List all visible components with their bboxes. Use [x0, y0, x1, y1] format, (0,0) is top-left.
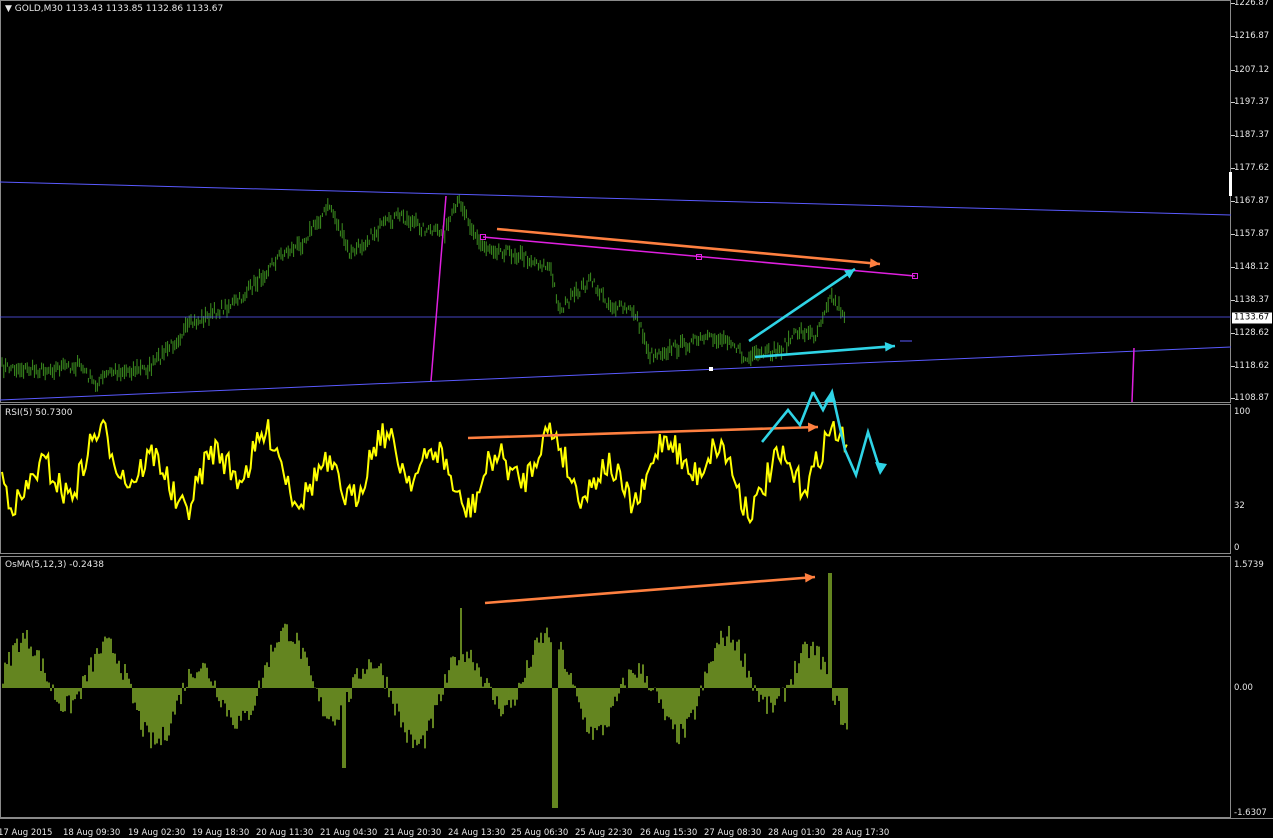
- price-tick-mark: [1231, 201, 1235, 202]
- magenta-vertical-line[interactable]: [430, 195, 447, 382]
- time-tick: 20 Aug 11:30: [256, 828, 314, 838]
- osma-tick: 0.00: [1234, 683, 1253, 693]
- time-tick: 19 Aug 02:30: [128, 828, 186, 838]
- price-tick-mark: [1231, 168, 1235, 169]
- osma-tick: -1.6307: [1234, 808, 1267, 818]
- price-tick-mark: [1231, 398, 1235, 399]
- time-tick: 19 Aug 18:30: [192, 828, 250, 838]
- time-tick: 24 Aug 13:30: [448, 828, 506, 838]
- price-tick: 1216.87: [1234, 31, 1270, 41]
- price-tick: 1167.87: [1234, 196, 1270, 206]
- time-tick: 21 Aug 20:30: [384, 828, 442, 838]
- anchor-point[interactable]: [709, 367, 713, 371]
- orange-arrow-price[interactable]: [496, 227, 881, 266]
- price-tick: 1148.12: [1234, 262, 1270, 272]
- time-tick: 25 Aug 06:30: [511, 828, 569, 838]
- osma-histogram: [2, 573, 848, 808]
- time-tick: 21 Aug 04:30: [320, 828, 378, 838]
- time-tick: 17 Aug 2015: [0, 828, 53, 838]
- price-tick: 1138.37: [1234, 295, 1270, 305]
- time-tick: 18 Aug 09:30: [63, 828, 121, 838]
- cyan-projection-head: [875, 462, 887, 475]
- price-tick-mark: [1231, 234, 1235, 235]
- cyan-arrow-flat-head: [884, 342, 895, 352]
- chart-shift-marker[interactable]: [1229, 172, 1232, 196]
- current-price-tag: 1133.67: [1232, 312, 1272, 324]
- price-tick-mark: [1231, 70, 1235, 71]
- price-tick-mark: [1231, 102, 1235, 103]
- price-bars: [1, 194, 845, 392]
- price-tick-mark: [1231, 267, 1235, 268]
- price-tick: 1207.12: [1234, 65, 1270, 75]
- orange-arrow-price-head: [869, 258, 880, 268]
- osma-tick: 1.5739: [1234, 560, 1264, 570]
- price-tick: 1197.37: [1234, 97, 1270, 107]
- price-tick-mark: [1231, 135, 1235, 136]
- orange-arrow-osma[interactable]: [484, 575, 816, 605]
- rsi-tick: 100: [1234, 407, 1251, 417]
- time-tick: 27 Aug 08:30: [704, 828, 762, 838]
- rsi-tick: 0: [1234, 543, 1240, 553]
- rsi-tick: 32: [1234, 501, 1245, 511]
- price-tick-mark: [1231, 366, 1235, 367]
- time-axis[interactable]: [0, 818, 1273, 836]
- time-tick: 28 Aug 17:30: [832, 828, 890, 838]
- cyan-zigzag-rsi[interactable]: [760, 391, 815, 443]
- time-tick: 26 Aug 15:30: [640, 828, 698, 838]
- chart-drawing-layer[interactable]: [0, 0, 1231, 818]
- orange-arrow-osma-head: [804, 573, 815, 583]
- price-tick: 1108.87: [1234, 393, 1270, 403]
- price-tick-mark: [1231, 300, 1235, 301]
- rsi-line: [1, 418, 848, 525]
- price-tick-mark: [1231, 3, 1235, 4]
- price-tick: 1177.62: [1234, 163, 1270, 173]
- magenta-vertical-line[interactable]: [1131, 347, 1135, 403]
- price-tick: 1187.37: [1234, 130, 1270, 140]
- price-tick: 1118.62: [1234, 361, 1270, 371]
- price-tick-mark: [1231, 36, 1235, 37]
- time-tick: 25 Aug 22:30: [575, 828, 633, 838]
- price-tick-mark: [1231, 333, 1235, 334]
- price-tick: 1128.62: [1234, 328, 1270, 338]
- channel-upper-line[interactable]: [0, 181, 1231, 216]
- price-tick: 1226.87: [1234, 0, 1270, 8]
- price-tick: 1157.87: [1234, 229, 1270, 239]
- time-tick: 28 Aug 01:30: [768, 828, 826, 838]
- channel-lower-line[interactable]: [0, 346, 1231, 401]
- orange-arrow-rsi-head: [807, 422, 818, 433]
